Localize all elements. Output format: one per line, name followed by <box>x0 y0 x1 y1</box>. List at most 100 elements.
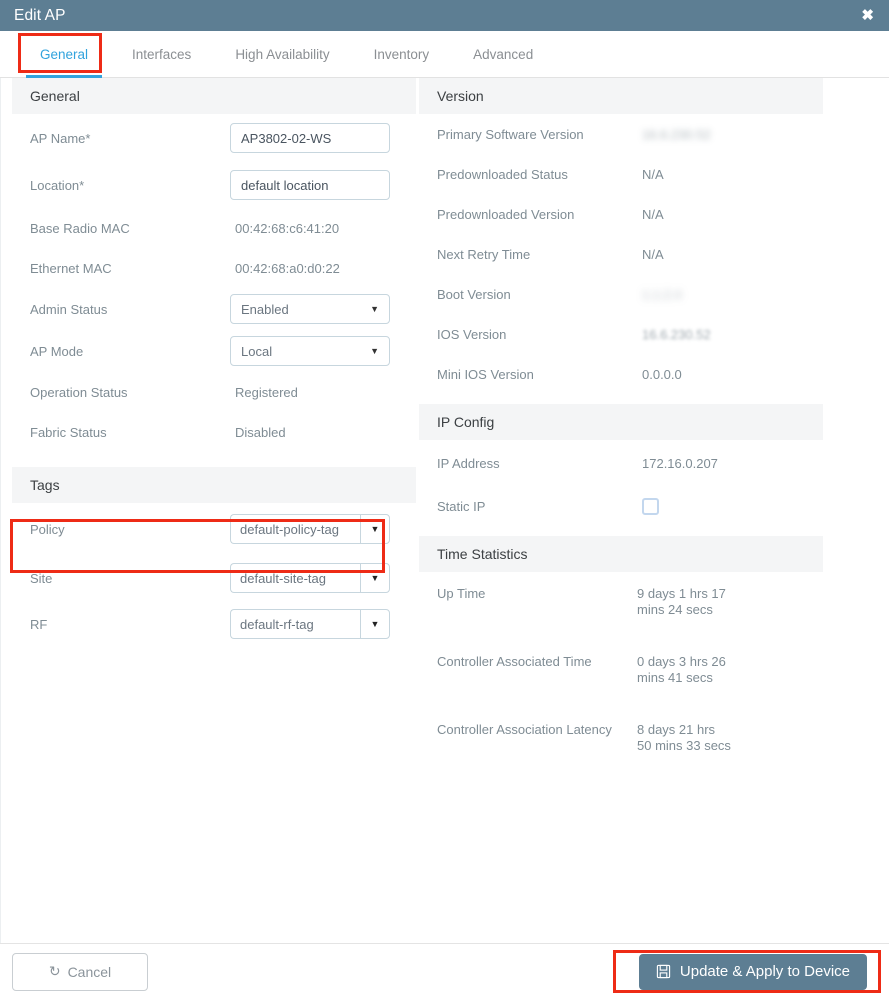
rf-tag-value: default-rf-tag <box>230 609 360 639</box>
static-ip-label: Static IP <box>437 498 486 514</box>
admin-status-select[interactable]: Enabled ▼ <box>230 294 390 324</box>
primary-software-version-label: Primary Software Version <box>437 126 584 142</box>
next-retry-time-label: Next Retry Time <box>437 246 531 262</box>
save-icon <box>656 964 671 979</box>
tab-advanced-label: Advanced <box>473 46 534 62</box>
controller-associated-time-label: Controller Associated Time <box>437 654 592 669</box>
field-ip-address: IP Address 172.16.0.207 <box>419 440 823 486</box>
close-icon[interactable]: ✖ <box>858 6 877 25</box>
update-apply-button[interactable]: Update & Apply to Device <box>638 953 867 990</box>
field-next-retry-time: Next Retry Time N/A <box>419 234 823 274</box>
site-tag-dropdown-button[interactable]: ▼ <box>360 563 390 593</box>
field-rf-tag: RF default-rf-tag ▼ <box>12 601 416 647</box>
rf-tag-label: RF <box>30 616 48 632</box>
boot-version-label: Boot Version <box>437 286 511 302</box>
section-tags-title: Tags <box>30 477 60 493</box>
rf-tag-dropdown-button[interactable]: ▼ <box>360 609 390 639</box>
field-ap-name: AP Name* <box>12 114 416 162</box>
dialog-body: General AP Name* Location* Base Radio MA… <box>0 78 889 943</box>
section-ip-config-title: IP Config <box>437 414 495 430</box>
predownloaded-status-value: N/A <box>642 166 664 182</box>
tab-bar: General Interfaces High Availability Inv… <box>0 31 889 78</box>
field-site-tag: Site default-site-tag ▼ <box>12 555 416 601</box>
tab-interfaces[interactable]: Interfaces <box>110 31 213 77</box>
ap-mode-value: Local <box>241 343 273 359</box>
section-version-header: Version <box>419 78 823 114</box>
chevron-down-icon: ▼ <box>370 619 380 629</box>
policy-tag-combo[interactable]: default-policy-tag ▼ <box>230 514 390 544</box>
up-time-label: Up Time <box>437 586 486 601</box>
chevron-down-icon: ▼ <box>370 304 379 314</box>
predownloaded-version-label: Predownloaded Version <box>437 206 575 222</box>
field-up-time: Up Time 9 days 1 hrs 17 mins 24 secs <box>419 572 823 640</box>
chevron-down-icon: ▼ <box>370 524 380 534</box>
field-policy-tag: Policy default-policy-tag ▼ <box>12 503 416 555</box>
site-tag-value: default-site-tag <box>230 563 360 593</box>
tab-inventory-label: Inventory <box>373 46 430 62</box>
base-radio-mac-value: 00:42:68:c6:41:20 <box>235 220 340 236</box>
field-predownloaded-status: Predownloaded Status N/A <box>419 154 823 194</box>
tab-general-label: General <box>40 46 89 62</box>
field-static-ip: Static IP <box>419 486 823 526</box>
ap-name-label: AP Name* <box>30 130 91 146</box>
dialog-title: Edit AP <box>14 6 66 24</box>
field-mini-ios-version: Mini IOS Version 0.0.0.0 <box>419 354 823 394</box>
cancel-button-label: Cancel <box>67 963 112 980</box>
section-tags-header: Tags <box>12 467 416 503</box>
undo-icon: ↻ <box>48 963 61 979</box>
ios-version-value: 16.6.230.52 <box>642 326 711 342</box>
predownloaded-version-value: N/A <box>642 206 664 222</box>
ios-version-label: IOS Version <box>437 326 507 342</box>
ap-name-input[interactable] <box>230 123 390 153</box>
tab-interfaces-label: Interfaces <box>132 46 192 62</box>
section-version-title: Version <box>437 88 484 104</box>
tab-inventory[interactable]: Inventory <box>352 31 452 77</box>
ethernet-mac-value: 00:42:68:a0:d0:22 <box>235 260 340 276</box>
field-admin-status: Admin Status Enabled ▼ <box>12 288 416 330</box>
field-ios-version: IOS Version 16.6.230.52 <box>419 314 823 354</box>
site-tag-combo[interactable]: default-site-tag ▼ <box>230 563 390 593</box>
field-primary-software-version: Primary Software Version 16.6.230.52 <box>419 114 823 154</box>
tab-advanced[interactable]: Advanced <box>451 31 555 77</box>
tab-high-availability[interactable]: High Availability <box>213 31 351 77</box>
right-column: Version Primary Software Version 16.6.23… <box>419 78 823 943</box>
cancel-button[interactable]: ↻ Cancel <box>12 952 148 991</box>
up-time-value: 9 days 1 hrs 17 mins 24 secs <box>637 586 726 617</box>
base-radio-mac-label: Base Radio MAC <box>30 220 130 236</box>
field-location: Location* <box>12 162 416 208</box>
policy-tag-label: Policy <box>30 521 65 537</box>
predownloaded-status-label: Predownloaded Status <box>437 166 568 182</box>
policy-tag-dropdown-button[interactable]: ▼ <box>360 514 390 544</box>
fabric-status-label: Fabric Status <box>30 424 107 440</box>
section-time-statistics-title: Time Statistics <box>437 546 528 562</box>
controller-association-latency-label: Controller Association Latency <box>437 722 612 737</box>
ap-mode-select[interactable]: Local ▼ <box>230 336 390 366</box>
ip-address-value: 172.16.0.207 <box>642 455 718 471</box>
dialog-titlebar: Edit AP ✖ <box>0 0 889 31</box>
operation-status-label: Operation Status <box>30 384 128 400</box>
primary-software-version-value: 16.6.230.52 <box>642 126 711 142</box>
operation-status-value: Registered <box>235 384 298 400</box>
section-general-title: General <box>30 88 80 104</box>
fabric-status-value: Disabled <box>235 424 286 440</box>
field-ap-mode: AP Mode Local ▼ <box>12 330 416 372</box>
tab-high-availability-label: High Availability <box>235 46 330 62</box>
admin-status-label: Admin Status <box>30 301 108 317</box>
field-boot-version: Boot Version 1.1.2.4 <box>419 274 823 314</box>
left-column: General AP Name* Location* Base Radio MA… <box>12 78 416 943</box>
field-base-radio-mac: Base Radio MAC 00:42:68:c6:41:20 <box>12 208 416 248</box>
location-input[interactable] <box>230 170 390 200</box>
ap-mode-label: AP Mode <box>30 343 84 359</box>
mini-ios-version-value: 0.0.0.0 <box>642 366 682 382</box>
chevron-down-icon: ▼ <box>370 573 380 583</box>
tab-general[interactable]: General <box>18 31 110 78</box>
field-predownloaded-version: Predownloaded Version N/A <box>419 194 823 234</box>
rf-tag-combo[interactable]: default-rf-tag ▼ <box>230 609 390 639</box>
mini-ios-version-label: Mini IOS Version <box>437 366 534 382</box>
field-ethernet-mac: Ethernet MAC 00:42:68:a0:d0:22 <box>12 248 416 288</box>
site-tag-label: Site <box>30 570 53 586</box>
location-label: Location* <box>30 177 85 193</box>
section-ip-config-header: IP Config <box>419 404 823 440</box>
section-general-header: General <box>12 78 416 114</box>
static-ip-checkbox[interactable] <box>642 497 659 515</box>
